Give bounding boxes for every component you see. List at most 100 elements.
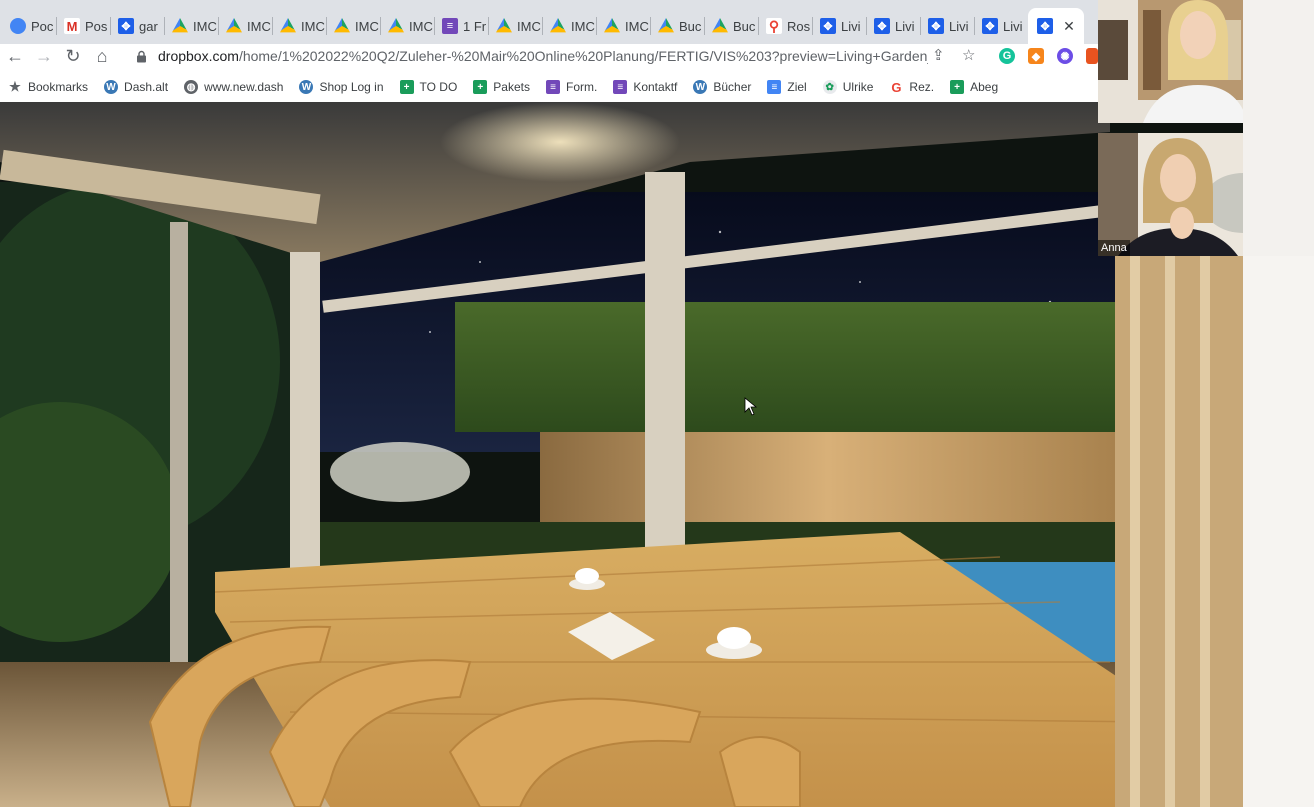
app-icon: ✿ <box>822 80 837 94</box>
close-tab-icon[interactable]: ✕ <box>1063 18 1075 35</box>
star-icon: ★ <box>9 79 21 94</box>
bookmark-label: www.new.dash <box>204 80 284 94</box>
address-url[interactable]: dropbox.com/home/1%202022%20Q2/Zuleher-%… <box>158 48 928 64</box>
google-drive-icon <box>712 18 728 33</box>
bookmark-item[interactable]: W Bücher <box>693 80 751 94</box>
participant-video-anna[interactable]: Anna <box>1098 133 1243 256</box>
browser-tab-label: Livi <box>841 18 861 34</box>
google-drive-icon <box>388 18 404 33</box>
bookmark-label: Kontaktf <box>633 80 678 94</box>
browser-window: Poc M Pos ✥ gar IMC IMC IMC IMC IMC ≡ 1 Fr IMC IMC IMC… <box>0 0 1098 102</box>
google-drive-icon <box>334 18 350 33</box>
browser-tab-label: IMC <box>247 18 271 34</box>
participant-video-1[interactable] <box>1098 0 1243 123</box>
side-panel-background <box>1243 256 1314 807</box>
forward-button[interactable]: → <box>30 42 58 70</box>
dropbox-icon: ✥ <box>874 18 890 34</box>
docs-icon: ≡ <box>767 80 782 94</box>
address-bar[interactable]: dropbox.com/home/1%202022%20Q2/Zuleher-%… <box>124 42 990 70</box>
browser-tab-label: Pos <box>85 18 108 34</box>
bookmark-item[interactable]: ≡ Ziel <box>767 80 807 94</box>
browser-tab-label: Ros <box>787 18 811 34</box>
browser-tab-label: IMC <box>409 18 433 34</box>
reload-button[interactable]: ↻ <box>59 42 87 70</box>
google-drive-icon <box>280 18 296 33</box>
google-drive-icon <box>604 18 620 33</box>
participant-name-label: Anna <box>1098 240 1130 256</box>
bookmark-label: Bookmarks <box>28 80 89 94</box>
google-maps-icon: ⚲ <box>766 18 782 34</box>
google-drive-icon <box>658 18 674 33</box>
bookmark-item[interactable]: ≡ Form. <box>545 80 598 94</box>
browser-tab-label: IMC <box>571 18 595 34</box>
bookmark-label: Abeg <box>970 80 999 94</box>
extension-icon[interactable] <box>1086 48 1098 64</box>
bookmark-item[interactable]: + TO DO <box>399 80 458 94</box>
bookmarks-bar: ★ Bookmarks W Dash.alt ◍ www.new.dash W Shop Lo… <box>0 74 1098 100</box>
globe-icon: ◍ <box>184 80 199 94</box>
browser-tab-label: Livi <box>949 18 969 34</box>
browser-tab-label: Buc <box>733 18 756 34</box>
browser-tab-label: IMC <box>517 18 541 34</box>
bookmark-item[interactable]: W Dash.alt <box>104 80 168 94</box>
browser-tab-label: Livi <box>895 18 915 34</box>
wordpress-icon: W <box>104 80 119 94</box>
sheets-icon: + <box>950 80 965 94</box>
lock-icon <box>136 50 148 63</box>
browser-tab-label: gar <box>139 18 158 34</box>
browser-tab-label: IMC <box>301 18 325 34</box>
browser-tab-label: Livi <box>1003 18 1023 34</box>
bookmark-label: TO DO <box>419 80 458 94</box>
bookmark-label: Dash.alt <box>124 80 169 94</box>
browser-tab-label: Poc <box>31 18 54 34</box>
sheets-icon: + <box>399 80 414 94</box>
wordpress-icon: W <box>299 80 314 94</box>
dropbox-icon: ✥ <box>928 18 944 34</box>
bookmark-item[interactable]: ◍ www.new.dash <box>184 80 283 94</box>
browser-toolbar: ← → ↻ ⌂ dropbox.com/home/1%202022%20Q2/Z… <box>0 38 1098 74</box>
metamask-extension-icon[interactable]: ◆ <box>1028 48 1044 64</box>
dropbox-icon: ✥ <box>820 18 836 34</box>
share-icon[interactable]: ⇪ <box>932 46 945 64</box>
bookmark-item[interactable]: ≡ Kontaktf <box>613 80 677 94</box>
bookmark-label: Ziel <box>787 80 807 94</box>
wordpress-icon: W <box>693 80 708 94</box>
circle-app-icon <box>10 18 26 34</box>
bookmark-item[interactable]: G Rez. <box>889 79 935 95</box>
bookmark-item[interactable]: + Abeg <box>950 80 998 94</box>
address-path: /home/1%202022%20Q2/Zuleher-%20Mair%20On… <box>238 48 928 64</box>
browser-tab-label: IMC <box>355 18 379 34</box>
forms-icon: ≡ <box>545 80 560 94</box>
bookmark-item[interactable]: ★ Bookmarks <box>8 79 89 94</box>
sheets-icon: + <box>473 80 488 94</box>
browser-tab-label: IMC <box>193 18 217 34</box>
grammarly-extension-icon[interactable]: G <box>999 48 1015 64</box>
google-drive-icon <box>172 18 188 33</box>
home-button[interactable]: ⌂ <box>88 42 116 70</box>
forms-icon: ≡ <box>613 80 628 94</box>
participant-video-image <box>1098 0 1243 123</box>
shared-screen-render <box>0 102 1243 807</box>
google-icon: G <box>889 79 904 95</box>
browser-tab-label: 1 Fr <box>463 18 487 34</box>
dropbox-icon: ✥ <box>1037 18 1054 34</box>
google-drive-icon <box>226 18 242 33</box>
dropbox-icon: ✥ <box>118 18 134 34</box>
bookmark-label: Rez. <box>909 80 935 94</box>
bookmark-item[interactable]: ✿ Ulrike <box>822 80 873 94</box>
google-drive-icon <box>550 18 566 33</box>
bookmark-item[interactable]: W Shop Log in <box>299 80 384 94</box>
browser-tab-label: IMC <box>625 18 649 34</box>
extension-puzzle-icon[interactable]: ✺ <box>1057 48 1073 64</box>
bookmark-item[interactable]: + Pakets <box>473 80 530 94</box>
participant-video-image <box>1098 133 1243 256</box>
address-host: dropbox.com <box>158 48 239 64</box>
bookmark-star-icon[interactable]: ☆ <box>962 46 975 64</box>
bookmark-label: Shop Log in <box>319 80 384 94</box>
dropbox-icon: ✥ <box>982 18 998 34</box>
back-button[interactable]: ← <box>1 42 29 70</box>
forms-icon: ≡ <box>442 18 458 34</box>
google-drive-icon <box>496 18 512 33</box>
bookmark-label: Form. <box>565 80 598 94</box>
garden-terrace-render-image <box>0 102 1243 807</box>
